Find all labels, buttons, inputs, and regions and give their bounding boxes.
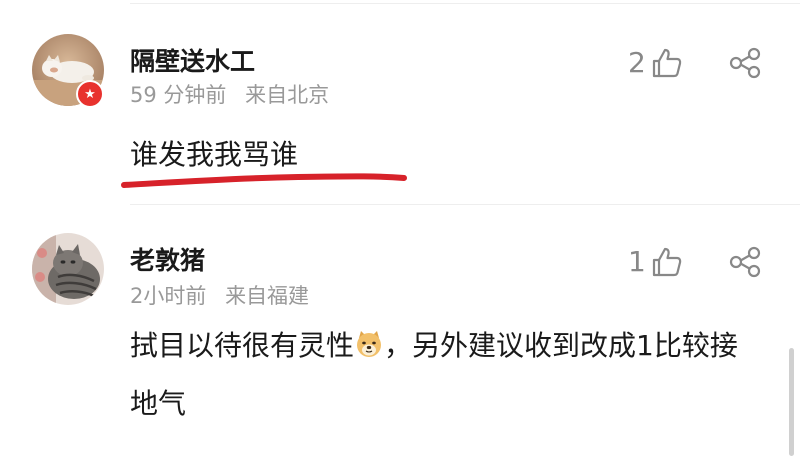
comment-text-part: 拭目以待很有灵性 xyxy=(130,329,355,362)
share-icon xyxy=(729,246,761,278)
share-button[interactable] xyxy=(728,245,762,279)
share-button[interactable] xyxy=(728,46,762,80)
vip-star-badge-icon: ★ xyxy=(76,80,104,108)
username[interactable]: 老敦猪 xyxy=(130,241,205,277)
comment-location: 来自北京 xyxy=(245,83,330,107)
comment-meta: 59 分钟前 来自北京 xyxy=(130,79,329,109)
scrollbar[interactable] xyxy=(789,348,794,456)
thumb-up-icon xyxy=(652,48,682,78)
like-count: 2 xyxy=(628,46,646,79)
username[interactable]: 隔壁送水工 xyxy=(130,42,255,78)
comment-meta: 2小时前 来自福建 xyxy=(130,280,309,310)
comment-item: ★ 隔壁送水工 59 分钟前 来自北京 谁发我我骂谁 2 xyxy=(0,0,800,205)
like-button[interactable]: 2 xyxy=(628,46,684,80)
comment-list: ★ 隔壁送水工 59 分钟前 来自北京 谁发我我骂谁 2 老敦猪 2小时前 来自… xyxy=(0,0,800,456)
comment-text: 拭目以待很有灵性 ，另外建议收到改成1比较接地气 xyxy=(130,317,760,433)
tabby-cat-avatar-icon xyxy=(32,233,104,305)
doge-emoji-icon xyxy=(357,331,382,357)
red-underline-mark xyxy=(121,173,407,188)
comment-time: 2小时前 xyxy=(130,284,207,308)
user-avatar[interactable] xyxy=(32,233,104,305)
like-count: 1 xyxy=(628,245,646,278)
share-icon xyxy=(729,47,761,79)
like-button[interactable]: 1 xyxy=(628,245,684,279)
thumb-up-icon xyxy=(652,247,682,277)
comment-item: 老敦猪 2小时前 来自福建 拭目以待很有灵性 ，另外建议收到改成1比较接地气 1 xyxy=(0,205,800,456)
comment-location: 来自福建 xyxy=(225,284,310,308)
comment-time: 59 分钟前 xyxy=(130,83,227,107)
